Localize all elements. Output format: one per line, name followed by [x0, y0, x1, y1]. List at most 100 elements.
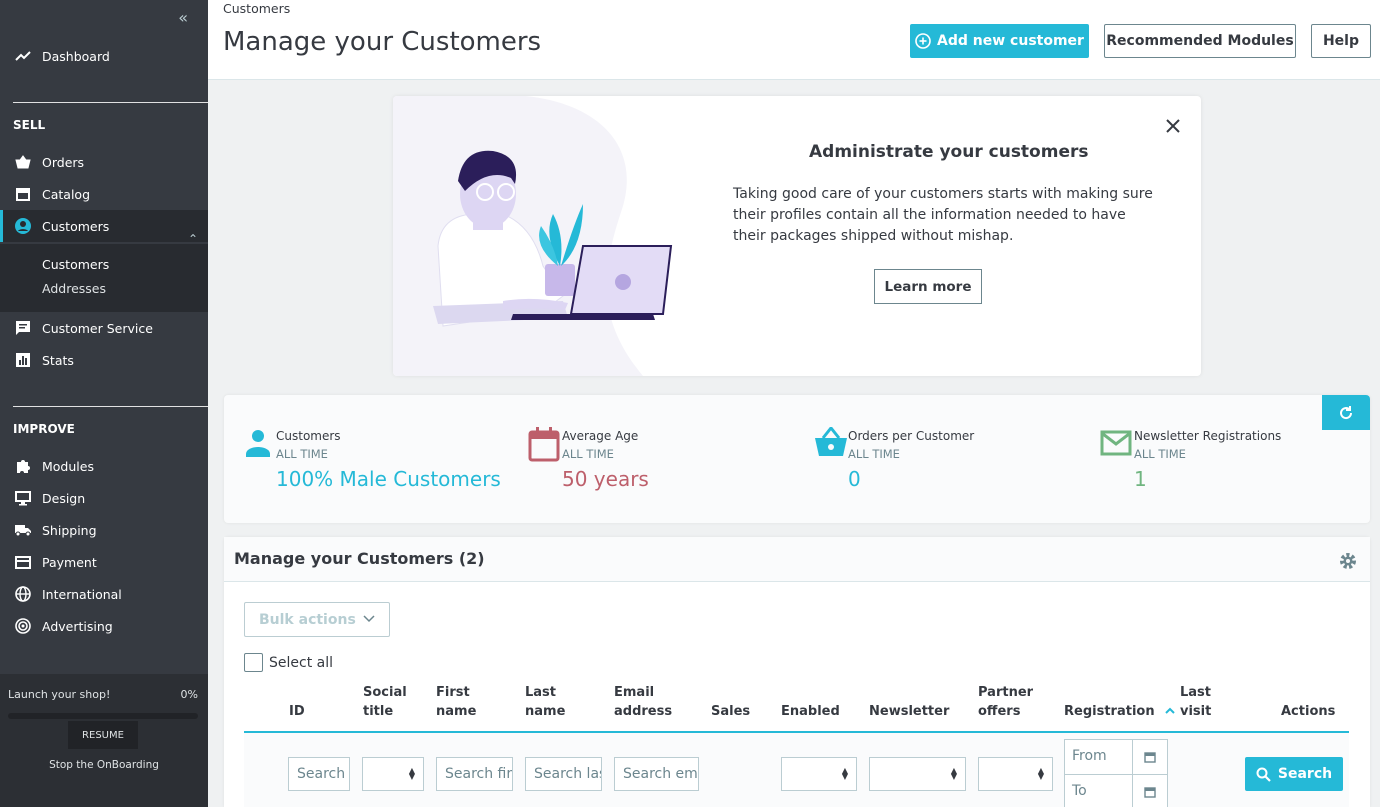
filter-social-title-select[interactable]: ▲ ▼: [362, 757, 424, 791]
sidebar-divider: [13, 102, 208, 103]
envelope-icon: [1100, 427, 1132, 459]
grid-title: Manage your Customers (2): [234, 549, 485, 568]
banner-text: Taking good care of your customers start…: [733, 186, 1153, 244]
select-arrows-icon: ▲ ▼: [1037, 766, 1044, 781]
page-header: Customers Manage your Customers Add new …: [208, 0, 1380, 80]
onboarding-percent: 0%: [180, 688, 198, 701]
onboarding-title: Launch your shop!: [8, 688, 111, 701]
chat-icon: [14, 319, 32, 337]
column-header-last-name[interactable]: Last name: [525, 683, 565, 721]
basket-icon: [14, 153, 32, 171]
sidebar-item-stats[interactable]: Stats: [0, 344, 208, 376]
add-circle-icon: [915, 33, 931, 49]
kpi-value: 0: [848, 467, 861, 491]
sidebar-item-shipping[interactable]: Shipping: [0, 514, 208, 546]
filter-partner-offers-select[interactable]: ▲ ▼: [978, 757, 1053, 791]
kpi-value: 100% Male Customers: [276, 467, 501, 491]
globe-icon: [14, 585, 32, 603]
filter-registration-from[interactable]: From: [1064, 739, 1168, 775]
submenu-item-customers[interactable]: Customers: [42, 257, 109, 272]
column-header-first-name[interactable]: First name: [436, 683, 476, 721]
search-icon: [1256, 767, 1271, 782]
trending-up-icon: [14, 47, 32, 65]
panel-header: Manage your Customers (2): [224, 537, 1370, 582]
customers-submenu: Customers Addresses: [0, 244, 208, 312]
calendar-icon[interactable]: [1132, 775, 1167, 807]
customer-illustration: [393, 96, 673, 376]
resume-button[interactable]: RESUME: [68, 721, 138, 749]
stop-onboarding-link[interactable]: Stop the OnBoarding: [0, 759, 208, 771]
bulk-actions-dropdown[interactable]: Bulk actions: [244, 602, 390, 637]
sidebar-item-international[interactable]: International: [0, 578, 208, 610]
search-button[interactable]: Search: [1245, 757, 1343, 791]
filter-last-name-input[interactable]: Search last name: [525, 757, 602, 791]
monitor-icon: [14, 489, 32, 507]
close-icon[interactable]: [1165, 118, 1181, 138]
puzzle-icon: [14, 457, 32, 475]
sidebar-section-improve: IMPROVE: [13, 422, 75, 436]
sidebar-item-modules[interactable]: Modules: [0, 450, 208, 482]
kpi-value: 50 years: [562, 467, 649, 491]
breadcrumb[interactable]: Customers: [223, 1, 290, 16]
sidebar-item-customer-service[interactable]: Customer Service: [0, 312, 208, 344]
column-header-newsletter[interactable]: Newsletter: [869, 702, 949, 721]
store-icon: [14, 185, 32, 203]
onboarding-banner: Administrate your customers Taking good …: [393, 96, 1201, 376]
submenu-item-addresses[interactable]: Addresses: [42, 281, 106, 296]
checkbox[interactable]: [244, 653, 263, 672]
sidebar-item-design[interactable]: Design: [0, 482, 208, 514]
column-header-email[interactable]: Email address: [614, 683, 672, 721]
kpi-value: 1: [1134, 467, 1147, 491]
page-title: Manage your Customers: [223, 27, 542, 57]
credit-card-icon: [14, 553, 32, 571]
sidebar-item-catalog[interactable]: Catalog: [0, 178, 208, 210]
target-icon: [14, 617, 32, 635]
learn-more-button[interactable]: Learn more: [874, 269, 982, 304]
refresh-icon: [1338, 405, 1354, 421]
sidebar-item-customers[interactable]: Customers: [0, 210, 208, 242]
truck-icon: [14, 521, 32, 539]
sidebar-item-advertising[interactable]: Advertising: [0, 610, 208, 642]
onboarding-progress-bar: [8, 713, 198, 719]
basket-icon: [814, 425, 847, 459]
sidebar-item-payment[interactable]: Payment: [0, 546, 208, 578]
filter-enabled-select[interactable]: ▲ ▼: [781, 757, 857, 791]
sidebar-item-dashboard[interactable]: Dashboard: [0, 40, 208, 72]
column-header-actions: Actions: [1281, 704, 1336, 719]
sidebar-item-orders[interactable]: Orders: [0, 146, 208, 178]
filter-id-input[interactable]: Search: [288, 757, 350, 791]
filter-registration-to[interactable]: To: [1064, 774, 1168, 807]
collapse-sidebar-icon[interactable]: «: [178, 8, 188, 27]
column-header-enabled[interactable]: Enabled: [781, 702, 840, 721]
select-arrows-icon: ▲ ▼: [408, 766, 415, 781]
column-header-partner-offers[interactable]: Partner offers: [978, 683, 1033, 721]
filter-email-input[interactable]: Search email: [614, 757, 699, 791]
select-arrows-icon: ▲ ▼: [841, 766, 848, 781]
customers-grid-panel: Manage your Customers (2) Bulk actions S…: [224, 537, 1370, 807]
sort-ascending-icon[interactable]: [1165, 702, 1175, 721]
account-circle-icon: [14, 217, 32, 235]
sidebar-divider: [13, 406, 208, 407]
column-header-id[interactable]: ID: [289, 702, 305, 721]
onboarding-panel: Launch your shop! 0% RESUME Stop the OnB…: [0, 674, 208, 807]
select-arrows-icon: ▲ ▼: [950, 766, 957, 781]
filter-newsletter-select[interactable]: ▲ ▼: [869, 757, 966, 791]
column-header-sales[interactable]: Sales: [711, 702, 750, 721]
chevron-down-icon: [363, 612, 375, 628]
gear-icon[interactable]: [1338, 551, 1358, 575]
column-header-registration[interactable]: Registration: [1064, 702, 1175, 721]
recommended-modules-button[interactable]: Recommended Modules: [1104, 24, 1296, 58]
help-button[interactable]: Help: [1311, 24, 1371, 58]
kpi-row: Customers ALL TIME 100% Male Customers A…: [224, 395, 1370, 523]
sidebar-section-sell: SELL: [13, 118, 46, 132]
calendar-icon: [528, 427, 560, 462]
column-header-social-title[interactable]: Social title: [363, 683, 407, 721]
add-new-customer-button[interactable]: Add new customer: [910, 24, 1089, 58]
refresh-button[interactable]: [1322, 395, 1370, 430]
select-all-checkbox[interactable]: Select all: [244, 653, 333, 672]
banner-title: Administrate your customers: [809, 142, 1089, 162]
filter-first-name-input[interactable]: Search first name: [436, 757, 513, 791]
bar-chart-icon: [14, 351, 32, 369]
column-header-last-visit[interactable]: Last visit: [1180, 683, 1211, 721]
calendar-icon[interactable]: [1132, 740, 1167, 774]
